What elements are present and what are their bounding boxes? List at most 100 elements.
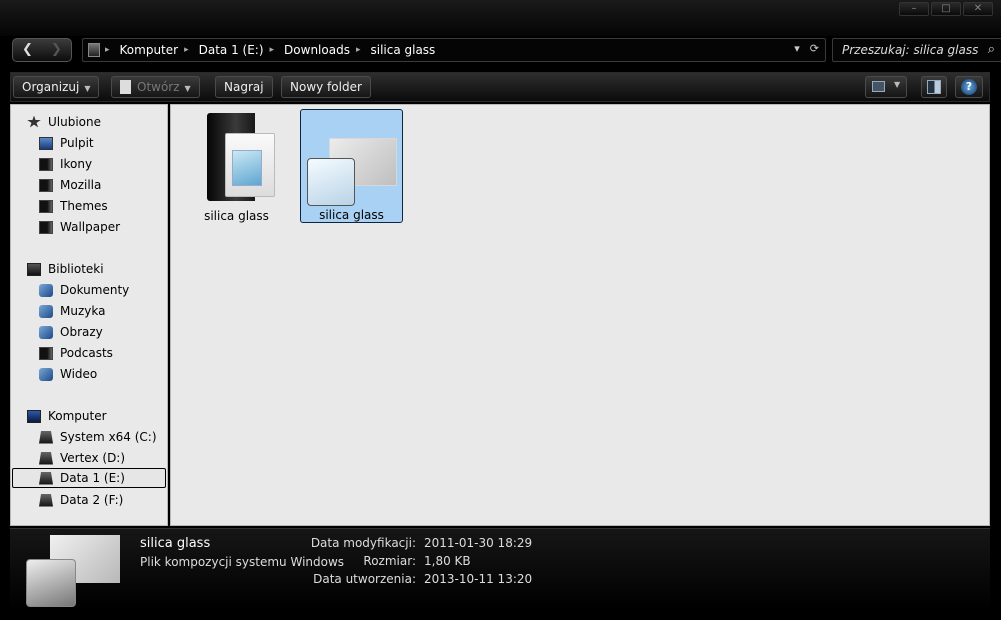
pictures-icon [39, 325, 53, 339]
help-icon: ? [961, 79, 977, 95]
help-button[interactable]: ? [955, 76, 983, 98]
file-item-theme[interactable]: silica glass [300, 109, 403, 223]
search-input[interactable]: Przeszukaj: silica glass [842, 43, 978, 57]
folder-icon [39, 346, 53, 360]
sidebar-item-computer[interactable]: Komputer [27, 406, 167, 426]
folder-icon [39, 220, 53, 234]
sidebar-item-label: Mozilla [60, 178, 102, 192]
file-item-folder[interactable]: silica glass [185, 109, 288, 223]
sidebar-item-label: Biblioteki [48, 262, 104, 276]
open-label: Otwórz [137, 80, 180, 94]
sidebar-item-label: Muzyka [60, 304, 106, 318]
documents-icon [39, 283, 53, 297]
open-button[interactable]: Otwórz ▼ [111, 76, 200, 98]
desktop-icon [39, 136, 53, 150]
address-bar[interactable]: ▸ Komputer ▸ Data 1 (E:) ▸ Downloads ▸ s… [82, 38, 826, 62]
sidebar-item-wideo[interactable]: Wideo [39, 364, 167, 384]
sidebar-item-label: System x64 (C:) [60, 430, 157, 444]
sidebar-item-libraries[interactable]: Biblioteki [27, 259, 167, 279]
change-view-button[interactable]: ▼ [865, 76, 907, 98]
refresh-icon[interactable]: ⟳ [810, 42, 819, 55]
preview-pane-button[interactable] [921, 76, 947, 98]
drive-icon [39, 493, 53, 507]
history-dropdown-icon[interactable]: ▾ [794, 42, 800, 55]
search-icon[interactable]: ⌕ [988, 42, 995, 57]
music-icon [39, 304, 53, 318]
folder-icon [39, 178, 53, 192]
sidebar-item-label: Data 1 (E:) [60, 471, 125, 485]
details-pane: silica glass Plik kompozycji systemu Win… [10, 528, 990, 610]
breadcrumb-silica-glass[interactable]: silica glass [360, 43, 441, 57]
sidebar-item-muzyka[interactable]: Muzyka [39, 301, 167, 321]
search-box[interactable]: Przeszukaj: silica glass ⌕ [832, 38, 1001, 62]
file-name: silica glass [204, 209, 269, 223]
star-icon [27, 115, 41, 128]
sidebar-item-label: Komputer [48, 409, 107, 423]
back-button[interactable]: ❮ [13, 39, 42, 61]
chevron-down-icon: ▼ [894, 80, 901, 89]
navigation-bar: ❮ ❯ ▸ Komputer ▸ Data 1 (E:) ▸ Downloads… [12, 38, 1001, 64]
burn-button[interactable]: Nagraj [215, 76, 273, 98]
sidebar-item-podcasts[interactable]: Podcasts [39, 343, 167, 363]
details-title: silica glass [140, 536, 211, 551]
theme-file-icon [307, 134, 397, 214]
videos-icon [39, 367, 53, 381]
sidebar-item-wallpaper[interactable]: Wallpaper [39, 217, 167, 237]
breadcrumb-downloads[interactable]: Downloads [274, 43, 356, 57]
navigation-pane: Ulubione Pulpit Ikony Mozilla Themes Wal… [10, 104, 168, 526]
sidebar-item-favorites[interactable]: Ulubione [27, 112, 167, 132]
window-controls: – □ ✕ [899, 2, 993, 16]
sidebar-item-label: Ikony [60, 157, 93, 171]
created-label: Data utworzenia: [313, 572, 416, 586]
forward-button[interactable]: ❯ [42, 39, 71, 61]
sidebar-item-obrazy[interactable]: Obrazy [39, 322, 167, 342]
chevron-down-icon: ▼ [184, 84, 191, 93]
title-bar: – □ ✕ [0, 0, 1001, 36]
drive-icon [39, 451, 53, 465]
command-bar: Organizuj ▼ Otwórz ▼ Nagraj Nowy folder ▼ … [10, 72, 990, 102]
chevron-down-icon: ▼ [84, 84, 91, 93]
window-frame-bottom [0, 610, 1001, 620]
sidebar-item-pulpit[interactable]: Pulpit [39, 133, 167, 153]
drive-icon [39, 471, 53, 485]
maximize-button[interactable]: □ [931, 2, 961, 16]
sidebar-item-label: Ulubione [48, 115, 102, 129]
sidebar-item-label: Podcasts [60, 346, 113, 360]
burn-label: Nagraj [224, 80, 264, 94]
sidebar-item-label: Themes [60, 199, 108, 213]
sidebar-item-mozilla[interactable]: Mozilla [39, 175, 167, 195]
address-actions: ▾ ⟳ [794, 42, 819, 55]
details-type: Plik kompozycji systemu Windows [140, 555, 345, 569]
new-folder-button[interactable]: Nowy folder [281, 76, 371, 98]
library-icon [27, 262, 41, 276]
minimize-button[interactable]: – [899, 2, 929, 16]
sidebar-item-label: Vertex (D:) [60, 451, 126, 465]
file-list[interactable]: silica glass silica glass [170, 104, 990, 526]
close-button[interactable]: ✕ [963, 2, 993, 16]
sidebar-item-label: Wallpaper [60, 220, 121, 234]
sidebar-item-themes[interactable]: Themes [39, 196, 167, 216]
computer-icon [27, 409, 41, 423]
sidebar-item-drive-c[interactable]: System x64 (C:) [39, 427, 167, 447]
sidebar-item-label: Obrazy [60, 325, 103, 339]
sidebar-item-dokumenty[interactable]: Dokumenty [39, 280, 167, 300]
sidebar-item-ikony[interactable]: Ikony [39, 154, 167, 174]
organize-label: Organizuj [22, 80, 80, 94]
theme-file-icon [26, 535, 126, 607]
sidebar-item-drive-d[interactable]: Vertex (D:) [39, 448, 167, 468]
size-value: 1,80 KB [424, 554, 471, 568]
sidebar-item-label: Dokumenty [60, 283, 130, 297]
modified-label: Data modyfikacji: [310, 536, 416, 550]
sidebar-item-drive-e[interactable]: Data 1 (E:) [12, 468, 166, 488]
size-label: Rozmiar: [363, 554, 416, 568]
folder-icon [39, 157, 53, 171]
sidebar-item-drive-f[interactable]: Data 2 (F:) [39, 490, 167, 510]
breadcrumb-komputer[interactable]: Komputer [110, 43, 185, 57]
new-folder-label: Nowy folder [290, 80, 362, 94]
modified-value: 2011-01-30 18:29 [424, 536, 533, 550]
preview-pane-icon [927, 80, 941, 94]
organize-button[interactable]: Organizuj ▼ [13, 76, 100, 98]
drive-icon [39, 430, 53, 444]
file-name: silica glass [319, 208, 384, 222]
breadcrumb-data1[interactable]: Data 1 (E:) [189, 43, 270, 57]
